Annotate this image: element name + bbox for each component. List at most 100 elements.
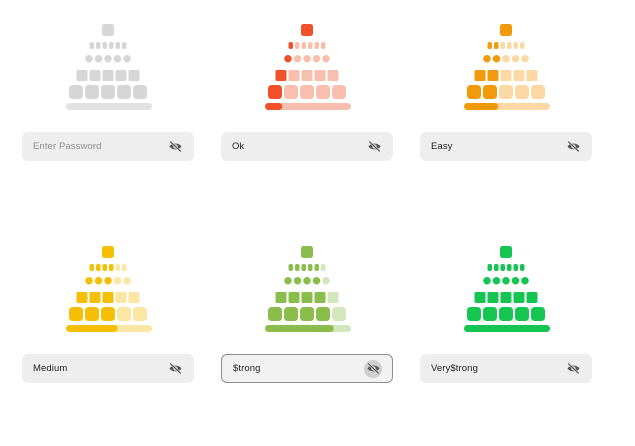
strength-pip: [113, 277, 122, 285]
strength-pip: [487, 264, 492, 271]
strength-pip: [322, 55, 330, 63]
strength-pip: [288, 42, 293, 49]
strength-pip: [303, 277, 311, 285]
strength-pip: [69, 85, 83, 99]
strength-pip: [85, 277, 93, 285]
strength-pip: [327, 292, 339, 303]
strength-pip: [502, 277, 510, 285]
strength-pip: [115, 42, 120, 49]
strength-meter-fill: [265, 325, 334, 332]
strength-pip: [300, 85, 314, 99]
strength-pip: [301, 42, 306, 49]
eye-off-icon[interactable]: [364, 359, 382, 378]
password-input[interactable]: Enter Password: [33, 141, 166, 152]
password-input[interactable]: Easy: [431, 141, 564, 152]
strength-pyramid: [66, 246, 152, 332]
strength-pip: [109, 264, 114, 271]
strength-pip: [531, 85, 545, 99]
strength-pip: [300, 307, 314, 321]
strength-pip: [322, 277, 330, 285]
strength-pip: [316, 307, 330, 321]
strength-pip: [301, 70, 313, 81]
password-field[interactable]: Medium: [22, 354, 194, 383]
strength-pip: [531, 307, 545, 321]
strength-pip: [515, 307, 529, 321]
strength-pip: [526, 292, 538, 303]
strength-pip: [332, 85, 346, 99]
strength-pip: [301, 246, 313, 258]
strength-pip: [288, 264, 293, 271]
strength-pip: [76, 292, 88, 303]
strength-pip: [474, 70, 486, 81]
strength-pip: [312, 277, 321, 285]
strength-pip: [133, 307, 147, 321]
strength-pip: [268, 85, 282, 99]
strength-pip: [102, 246, 114, 258]
strength-pip: [487, 70, 499, 81]
strength-meter-fill: [464, 103, 499, 110]
strength-card-easy: Easy: [420, 24, 592, 224]
strength-pip: [474, 292, 486, 303]
strength-pip: [303, 55, 311, 63]
password-field[interactable]: $trong: [221, 354, 393, 383]
eye-off-icon[interactable]: [166, 360, 184, 378]
strength-pip: [109, 42, 114, 49]
strength-pip: [507, 264, 512, 271]
strength-pip: [494, 264, 499, 271]
eye-off-icon[interactable]: [365, 138, 383, 156]
strength-pip: [288, 70, 300, 81]
strength-pyramid: [265, 24, 351, 110]
strength-card-ok: Ok: [221, 24, 393, 224]
strength-pip: [85, 307, 99, 321]
strength-pip: [487, 292, 499, 303]
strength-meter-fill: [66, 325, 118, 332]
strength-pip: [94, 55, 103, 63]
password-field[interactable]: Easy: [420, 132, 592, 161]
eye-off-icon[interactable]: [166, 138, 184, 156]
strength-pip: [515, 85, 529, 99]
strength-pip: [513, 292, 525, 303]
strength-pip: [89, 70, 101, 81]
strength-pip: [284, 55, 292, 63]
strength-pip: [128, 70, 140, 81]
strength-pip: [301, 264, 306, 271]
strength-pip: [483, 85, 497, 99]
strength-pip: [117, 307, 131, 321]
password-field[interactable]: Enter Password: [22, 132, 194, 161]
strength-pip: [275, 292, 287, 303]
password-field[interactable]: Very$trong: [420, 354, 592, 383]
strength-pip: [511, 277, 520, 285]
strength-pip: [500, 42, 505, 49]
strength-pip: [123, 277, 131, 285]
strength-pip: [301, 292, 313, 303]
strength-pip: [102, 42, 107, 49]
eye-off-icon[interactable]: [564, 138, 582, 156]
strength-pip: [102, 70, 114, 81]
password-field[interactable]: Ok: [221, 132, 393, 161]
strength-pip: [115, 292, 127, 303]
strength-pip: [321, 264, 326, 271]
strength-pip: [69, 307, 83, 321]
strength-pip: [96, 264, 101, 271]
password-input[interactable]: Very$trong: [431, 363, 564, 374]
strength-pip: [316, 85, 330, 99]
password-input[interactable]: Medium: [33, 363, 166, 374]
strength-pip: [102, 292, 114, 303]
strength-pip: [314, 70, 326, 81]
strength-pip: [494, 42, 499, 49]
strength-pip: [301, 24, 313, 36]
strength-pip: [89, 264, 94, 271]
strength-pip: [520, 264, 525, 271]
strength-pip: [85, 55, 93, 63]
strength-pip: [500, 292, 512, 303]
strength-pip: [520, 42, 525, 49]
strength-pip: [89, 292, 101, 303]
strength-pip: [521, 277, 529, 285]
password-input[interactable]: $trong: [233, 363, 364, 374]
strength-pip: [293, 55, 302, 63]
password-input[interactable]: Ok: [232, 141, 365, 152]
strength-pip: [332, 307, 346, 321]
strength-pip: [268, 307, 282, 321]
eye-off-icon[interactable]: [564, 360, 582, 378]
strength-pip: [295, 42, 300, 49]
